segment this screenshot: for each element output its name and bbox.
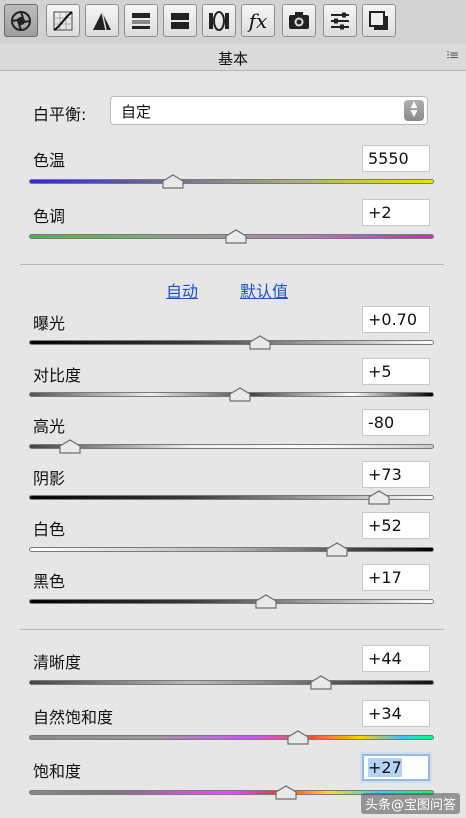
value-field-shadows[interactable]: +73 (362, 461, 430, 488)
slider-thumb-blacks[interactable] (255, 594, 277, 609)
slider-label-temp: 色温 (33, 151, 66, 170)
tool-presets-button[interactable] (323, 4, 357, 37)
value-field-exposure[interactable]: +0.70 (362, 306, 430, 333)
slider-label-saturation: 饱和度 (33, 762, 82, 781)
slider-track-clarity[interactable] (29, 680, 434, 685)
slider-label-exposure: 曝光 (33, 314, 66, 333)
slider-label-blacks: 黑色 (33, 572, 66, 591)
auto-link[interactable]: 自动 (166, 278, 198, 302)
slider-thumb-tint[interactable] (224, 229, 247, 244)
slider-thumb-contrast[interactable] (228, 387, 251, 402)
tool-snapshots-button[interactable] (362, 4, 396, 37)
slider-label-highlights: 高光 (33, 417, 66, 436)
value-field-tint[interactable]: +2 (362, 199, 430, 226)
lens-correction-icon (209, 10, 229, 31)
slider-track-temp[interactable] (29, 179, 434, 184)
hsl-grayscale-icon (132, 12, 150, 29)
split-toning-icon (171, 12, 189, 29)
slider-label-whites: 白色 (33, 520, 66, 539)
slider-label-clarity: 清晰度 (33, 653, 82, 672)
slider-track-whites[interactable] (29, 547, 434, 552)
sharpen-icon (93, 11, 111, 30)
slider-thumb-vibrance[interactable] (287, 730, 309, 745)
value-field-highlights[interactable]: -80 (362, 409, 430, 436)
slider-thumb-clarity[interactable] (309, 675, 332, 690)
panel-title: 基本 (217, 50, 248, 68)
tool-calibration-button[interactable] (282, 4, 316, 37)
tone-curve-icon (53, 10, 73, 31)
value-text-saturation: +27 (368, 758, 402, 777)
slider-thumb-shadows[interactable] (368, 490, 390, 505)
slider-track-vibrance[interactable] (29, 735, 434, 740)
tool-effects-button[interactable]: fx (241, 4, 275, 37)
slider-thumb-saturation[interactable] (275, 785, 297, 800)
white-balance-value: 自定 (121, 103, 152, 121)
value-field-vibrance[interactable]: +34 (362, 700, 430, 727)
value-field-contrast[interactable]: +5 (362, 358, 430, 385)
slider-thumb-whites[interactable] (326, 542, 348, 557)
slider-track-blacks[interactable] (29, 599, 434, 604)
tool-strip: fx (0, 0, 466, 45)
slider-track-highlights[interactable] (29, 444, 434, 449)
value-field-temp[interactable]: 5550 (362, 145, 430, 172)
tool-detail-button[interactable] (85, 4, 119, 37)
aperture-icon (11, 10, 31, 31)
tool-lens-button[interactable] (202, 4, 236, 37)
tool-hsl-button[interactable] (124, 4, 158, 37)
panel-header: 基本 ⁝≡ (0, 44, 466, 71)
camera-calibration-icon (289, 11, 309, 29)
tool-basic-button[interactable] (4, 4, 38, 37)
white-balance-select[interactable]: 自定 ▲ ▼ (110, 96, 428, 125)
tool-split-toning-button[interactable] (163, 4, 197, 37)
value-field-blacks[interactable]: +17 (362, 564, 430, 591)
slider-track-exposure[interactable] (29, 340, 434, 345)
white-balance-label: 白平衡: (33, 105, 87, 124)
slider-label-vibrance: 自然饱和度 (33, 708, 114, 727)
panel-menu-icon[interactable]: ⁝≡ (446, 48, 459, 62)
watermark: 头条@宝图问答 (360, 793, 460, 814)
slider-label-tint: 色调 (33, 207, 66, 226)
slider-thumb-highlights[interactable] (58, 439, 81, 454)
chevron-updown-icon: ▲ ▼ (404, 100, 424, 121)
default-link[interactable]: 默认值 (240, 278, 288, 302)
value-field-saturation[interactable]: +27 (362, 754, 430, 781)
slider-thumb-temp[interactable] (162, 174, 184, 189)
value-field-clarity[interactable]: +44 (362, 645, 430, 672)
slider-label-contrast: 对比度 (33, 366, 82, 385)
fx-icon: fx (248, 8, 268, 33)
value-field-whites[interactable]: +52 (362, 512, 430, 539)
slider-label-shadows: 阴影 (33, 469, 66, 488)
slider-thumb-exposure[interactable] (249, 335, 271, 350)
snapshots-icon (369, 10, 388, 30)
divider (20, 264, 444, 265)
presets-sliders-icon (331, 12, 349, 29)
divider (20, 629, 444, 630)
tool-tone-curve-button[interactable] (46, 4, 80, 37)
